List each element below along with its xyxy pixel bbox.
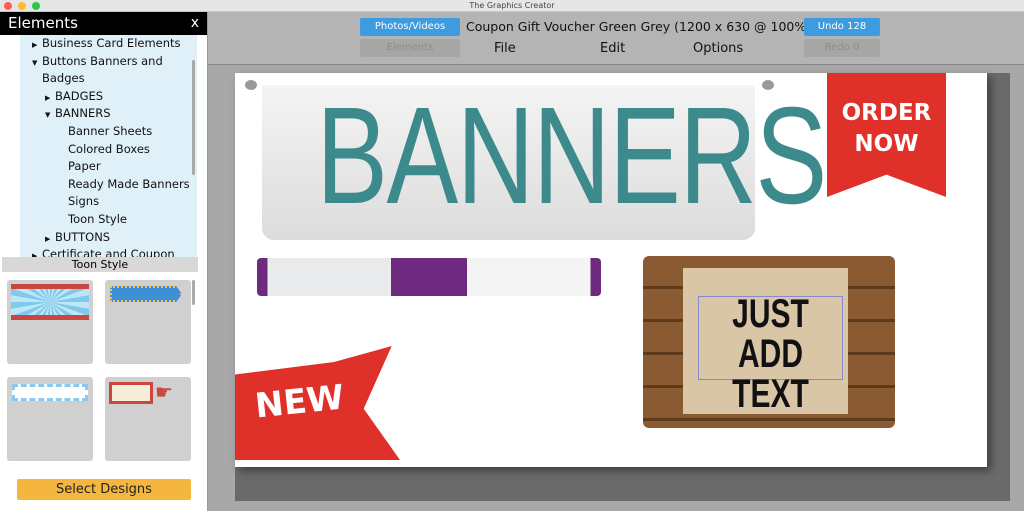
menu-file[interactable]: File xyxy=(494,41,516,56)
photos-videos-button[interactable]: Photos/Videos xyxy=(360,18,460,36)
order-text: ORDER xyxy=(841,100,932,126)
close-window-button[interactable] xyxy=(4,2,12,10)
caret-down-icon[interactable]: ▼ xyxy=(32,55,42,73)
section-title: Toon Style xyxy=(2,257,198,272)
tree-item[interactable]: Badges xyxy=(20,70,197,88)
maximize-window-button[interactable] xyxy=(32,2,40,10)
sign-text-line[interactable]: JUST xyxy=(705,294,836,334)
wooden-sign[interactable]: JUST ADD TEXT xyxy=(643,256,895,428)
redo-button[interactable]: Redo 0 xyxy=(804,39,880,57)
tree-item-label: Business Card Elements xyxy=(42,36,181,50)
hanging-pin xyxy=(245,80,257,90)
elements-button[interactable]: Elements xyxy=(360,39,460,57)
caret-right-icon[interactable]: ▶ xyxy=(32,37,42,55)
tree-item[interactable]: Toon Style xyxy=(20,211,197,229)
tree-item-label: BANNERS xyxy=(55,106,111,121)
tree-item[interactable]: ▶ BUTTONS xyxy=(20,229,197,247)
design-thumbnail[interactable]: ☛ xyxy=(105,377,191,461)
toolbar: Photos/Videos Elements Coupon Gift Vouch… xyxy=(208,12,1024,65)
design-thumbnail[interactable] xyxy=(7,280,93,364)
menu-options[interactable]: Options xyxy=(693,41,743,56)
tree-item[interactable]: Banner Sheets xyxy=(20,123,197,141)
document-title: Coupon Gift Voucher Green Grey (1200 x 6… xyxy=(466,19,812,34)
tree-item-label: Ready Made Banners xyxy=(68,176,190,191)
caret-right-icon[interactable]: ▶ xyxy=(32,248,42,257)
tree-item-label: Colored Boxes xyxy=(68,141,150,156)
tree-item-label: Buttons Banners and xyxy=(42,53,163,68)
tree-item-label: Signs xyxy=(68,194,100,209)
tree-item-label: BADGES xyxy=(55,88,104,103)
hanging-pin xyxy=(762,80,774,90)
pointing-hand-icon: ☛ xyxy=(155,380,173,404)
order-now-ribbon[interactable]: ORDER NOW xyxy=(827,73,946,197)
window-title: The Graphics Creator xyxy=(469,1,555,10)
design-thumbnail[interactable] xyxy=(7,377,93,461)
minimize-window-button[interactable] xyxy=(18,2,26,10)
canvas-shadow xyxy=(235,467,1010,501)
purple-bar-banner[interactable] xyxy=(257,258,601,296)
elements-panel: Elements x ▶ Business Card Elements ▼ Butto… xyxy=(0,12,208,511)
now-text: NOW xyxy=(854,131,919,157)
category-tree: ▶ Business Card Elements ▼ Buttons Banners … xyxy=(20,35,197,257)
tree-scrollbar[interactable] xyxy=(192,60,195,175)
tree-item-label: Certificate and Coupon xyxy=(42,247,175,257)
canvas-shadow xyxy=(987,73,1010,501)
menu-edit[interactable]: Edit xyxy=(600,41,625,56)
tree-item[interactable]: Colored Boxes xyxy=(20,141,197,159)
select-designs-button[interactable]: Select Designs xyxy=(17,479,191,500)
new-text: NEW xyxy=(253,377,347,427)
tree-item-label: Banner Sheets xyxy=(68,123,153,138)
tree-item[interactable]: Paper xyxy=(20,158,197,176)
tree-item[interactable]: ▼ Buttons Banners and xyxy=(20,53,197,71)
close-icon[interactable]: x xyxy=(191,12,199,35)
banner-sheet[interactable]: BANNERS xyxy=(262,81,827,240)
tree-item-label: BUTTONS xyxy=(55,229,111,244)
sign-text-line[interactable]: ADD TEXT xyxy=(705,334,836,414)
tree-item-label: Badges xyxy=(42,71,85,86)
tree-item[interactable]: Signs xyxy=(20,193,197,211)
caret-down-icon[interactable]: ▼ xyxy=(45,107,55,125)
tree-item[interactable]: Ready Made Banners xyxy=(20,176,197,194)
panel-header: Elements x xyxy=(0,12,207,35)
title-bar: The Graphics Creator xyxy=(0,0,1024,12)
tree-item-label: Paper xyxy=(68,159,101,174)
tree-item[interactable]: ▼ BANNERS xyxy=(20,105,197,123)
new-flag[interactable]: NEW xyxy=(235,346,400,460)
panel-title: Elements xyxy=(8,14,78,32)
design-canvas[interactable]: BANNERS ORDER NOW JUST ADD TEXT NEW xyxy=(235,73,987,467)
undo-button[interactable]: Undo 128 xyxy=(804,18,880,36)
thumbnail-scrollbar[interactable] xyxy=(192,280,195,305)
design-thumbnail[interactable] xyxy=(105,280,191,364)
banner-text: BANNERS xyxy=(316,79,827,233)
tree-item-label: Toon Style xyxy=(68,211,127,226)
tree-item[interactable]: ▶ Business Card Elements xyxy=(20,35,197,53)
tree-item[interactable]: ▶ BADGES xyxy=(20,88,197,106)
tree-item[interactable]: ▶ Certificate and Coupon xyxy=(20,246,197,257)
